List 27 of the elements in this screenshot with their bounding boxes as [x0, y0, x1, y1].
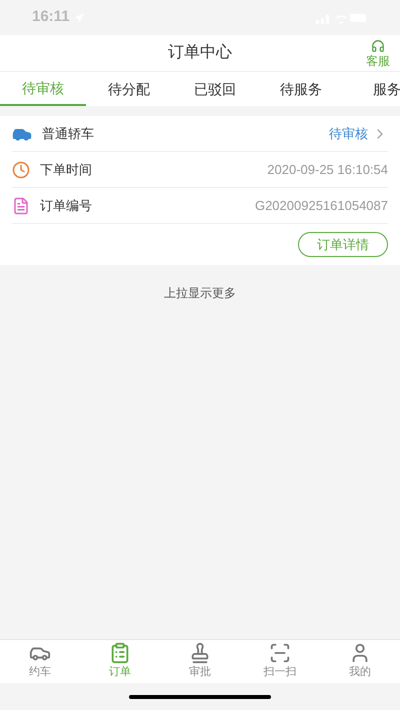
- row-label: 普通轿车: [42, 124, 94, 143]
- nav-item[interactable]: 扫一扫: [240, 640, 320, 683]
- load-more-hint: 上拉显示更多: [164, 284, 236, 302]
- row-value: 2020-09-25 16:10:54: [267, 160, 388, 179]
- stamp-icon: [189, 642, 211, 664]
- order-status-link[interactable]: 待审核: [329, 124, 388, 144]
- row-label: 订单编号: [40, 196, 92, 215]
- tab[interactable]: 待分配: [86, 72, 172, 106]
- order-detail-button[interactable]: 订单详情: [298, 232, 388, 257]
- page-title: 订单中心: [168, 42, 232, 63]
- nav-item[interactable]: 审批: [160, 640, 240, 683]
- status-time: 16:11: [32, 7, 70, 28]
- customer-service-button[interactable]: 客服: [366, 39, 390, 67]
- nav-item[interactable]: 我的: [320, 640, 400, 683]
- document-icon: [12, 196, 30, 214]
- tab[interactable]: 已驳回: [172, 72, 258, 106]
- nav-item[interactable]: 订单: [80, 640, 160, 683]
- row-value: G20200925161054087: [254, 196, 388, 215]
- row-label: 下单时间: [40, 160, 92, 179]
- nav-item[interactable]: 约车: [0, 640, 80, 683]
- clipboard-icon: [109, 642, 131, 664]
- clock-icon: [12, 160, 30, 178]
- tab[interactable]: 待服务: [258, 72, 344, 106]
- scan-icon: [269, 642, 291, 664]
- tab[interactable]: 待审核: [0, 72, 86, 106]
- headset-icon: [371, 39, 385, 53]
- tab[interactable]: 服务: [344, 72, 400, 106]
